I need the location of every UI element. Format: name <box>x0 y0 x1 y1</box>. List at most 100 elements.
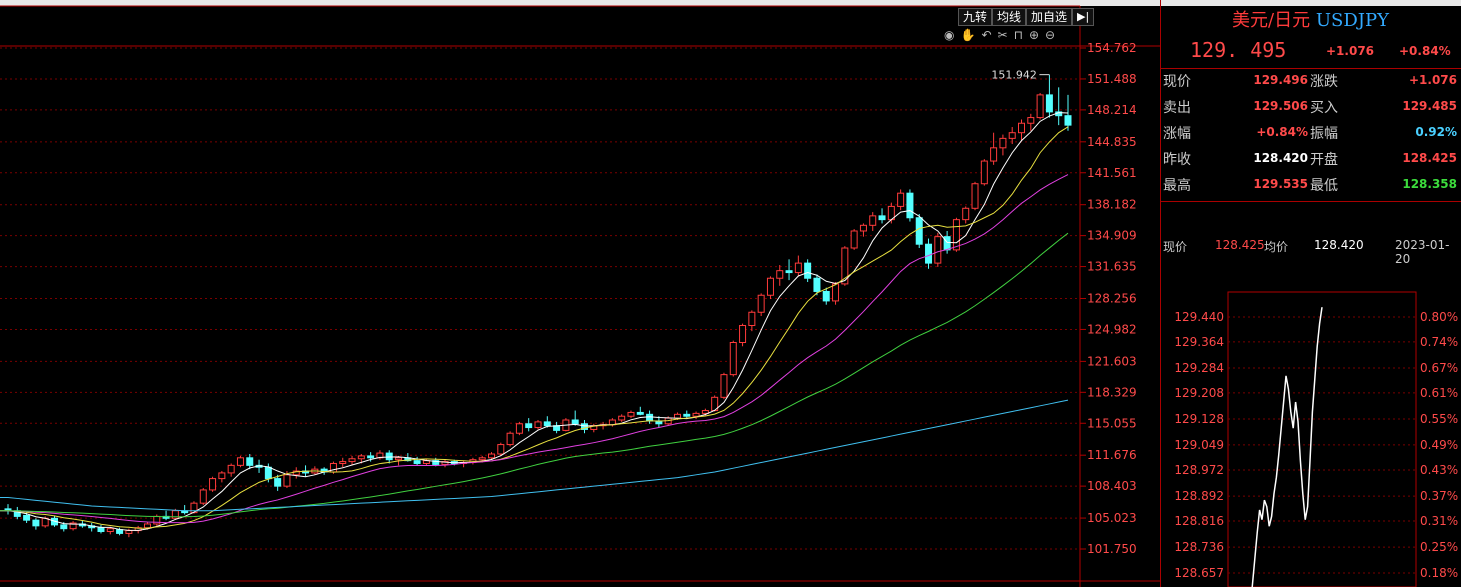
candle-body <box>1064 115 1072 126</box>
mini-left-tick: 128.736 <box>1174 540 1224 554</box>
instrument-title: 美元/日元 USDJPY <box>1160 6 1461 32</box>
mini-left-tick: 129.364 <box>1174 335 1224 349</box>
eye-icon[interactable]: ◉ <box>944 28 954 42</box>
ma-line <box>0 126 1069 529</box>
y-tick-label: 151.488 <box>1087 72 1137 86</box>
y-tick-label: 144.835 <box>1087 135 1137 149</box>
candle-body <box>515 423 523 434</box>
candle-body <box>748 311 756 326</box>
quote-label: 涨幅 <box>1163 126 1191 142</box>
quote-value: +0.84% <box>1256 125 1308 139</box>
candle-body <box>23 514 31 521</box>
mini-right-tick: 0.80% <box>1420 310 1458 324</box>
mini-left-tick: 129.128 <box>1174 412 1224 426</box>
kline-chart[interactable]: 154.762 151.488 148.214 144.835 141.561 138.1… <box>0 0 1160 587</box>
quote-value: 129.535 <box>1253 177 1308 191</box>
junxian-button[interactable]: 均线 <box>992 8 1027 26</box>
candle-body <box>385 452 393 461</box>
candle-body <box>1027 117 1035 124</box>
scissors-icon[interactable]: ✂ <box>998 28 1008 42</box>
candle-body <box>357 455 365 460</box>
quote-label: 振幅 <box>1310 126 1338 142</box>
candle-body <box>878 215 886 221</box>
intraday-chart[interactable]: 129.440 0.80% 129.364 0.74% 129.284 0.67% 129.… <box>1160 280 1461 587</box>
candle-body <box>636 411 644 415</box>
quote-row: 涨幅 +0.84% 振幅 0.92% <box>1160 123 1461 149</box>
candle-body <box>739 324 747 344</box>
candle-body <box>1036 94 1044 119</box>
mini-right-tick: 0.67% <box>1420 361 1458 375</box>
mini-left-tick: 128.972 <box>1174 463 1224 477</box>
candle-body <box>934 236 942 264</box>
jiuzhuan-button[interactable]: 九转 <box>958 8 993 26</box>
quote-value: +1.076 <box>1408 73 1457 87</box>
y-tick-label: 128.256 <box>1087 292 1137 306</box>
mini-right-tick: 0.18% <box>1420 566 1458 580</box>
candle-body <box>766 277 774 296</box>
quote-value: 129.496 <box>1253 73 1308 87</box>
zoom-out-icon[interactable]: ⊖ <box>1045 28 1055 42</box>
y-tick-label: 118.329 <box>1087 385 1137 399</box>
candle-body <box>804 262 812 279</box>
mini-price-value: 128.425 <box>1215 238 1265 252</box>
candle-body <box>348 458 356 463</box>
mini-avg-value: 128.420 <box>1314 238 1364 252</box>
quote-label: 昨收 <box>1163 152 1191 168</box>
mini-price-label: 现价 <box>1163 240 1188 254</box>
candle-body <box>794 262 802 274</box>
mini-right-tick: 0.25% <box>1420 540 1458 554</box>
zoom-in-icon[interactable]: ⊕ <box>1029 28 1039 42</box>
collapse-panel-icon[interactable]: ▶| <box>1072 8 1095 26</box>
candle-body <box>497 444 505 455</box>
ma-line <box>0 174 1069 524</box>
candle-body <box>692 412 700 417</box>
mini-right-tick: 0.37% <box>1420 489 1458 503</box>
candle-body <box>646 413 654 422</box>
candle-body <box>143 523 151 529</box>
candle-body <box>850 230 858 249</box>
undo-icon[interactable]: ↶ <box>981 28 991 42</box>
last-price: 129. 495 <box>1190 38 1287 62</box>
high-annotation: 151.942 <box>991 69 1037 82</box>
y-tick-label: 138.182 <box>1087 198 1137 212</box>
ma-line <box>0 232 1069 518</box>
candle-body <box>1008 132 1016 139</box>
mini-avg-label: 均价 <box>1264 240 1289 254</box>
quote-value: 0.92% <box>1415 125 1457 139</box>
y-tick-label: 108.403 <box>1087 479 1137 493</box>
quote-label: 开盘 <box>1310 152 1338 168</box>
intraday-price-line <box>1251 307 1323 587</box>
quote-row: 现价 129.496 涨跌 +1.076 <box>1160 71 1461 97</box>
quote-row: 最高 129.535 最低 128.358 <box>1160 175 1461 201</box>
quote-row: 卖出 129.506 买入 129.485 <box>1160 97 1461 123</box>
quote-value: 129.485 <box>1402 99 1457 113</box>
candle-body <box>264 466 272 480</box>
add-watchlist-button[interactable]: 加自选 <box>1026 8 1073 26</box>
candle-body <box>776 270 784 279</box>
candle-body <box>413 460 421 464</box>
mini-left-tick: 128.816 <box>1174 514 1224 528</box>
hand-icon[interactable]: ✋ <box>960 28 975 42</box>
y-tick-label: 141.561 <box>1087 166 1137 180</box>
candle-body <box>859 224 867 232</box>
quote-value: 128.425 <box>1402 151 1457 165</box>
candle-body <box>673 413 681 419</box>
y-tick-label: 105.023 <box>1087 511 1137 525</box>
mini-left-tick: 129.284 <box>1174 361 1224 375</box>
mini-left-tick: 128.657 <box>1174 566 1224 580</box>
lock-icon[interactable]: ⊓ <box>1014 28 1023 42</box>
candle-body <box>97 527 105 533</box>
mini-left-tick: 129.049 <box>1174 438 1224 452</box>
quote-value: 129.506 <box>1253 99 1308 113</box>
mini-right-tick: 0.31% <box>1420 514 1458 528</box>
instrument-code: USDJPY <box>1315 10 1389 31</box>
candle-body <box>534 421 542 429</box>
mini-right-tick: 0.74% <box>1420 335 1458 349</box>
mini-left-tick: 129.208 <box>1174 386 1224 400</box>
candle-body <box>906 192 914 219</box>
mini-left-tick: 129.440 <box>1174 310 1224 324</box>
candle-body <box>506 432 514 446</box>
quote-label: 卖出 <box>1163 100 1191 116</box>
candle-body <box>757 294 765 313</box>
candle-body <box>199 489 207 504</box>
